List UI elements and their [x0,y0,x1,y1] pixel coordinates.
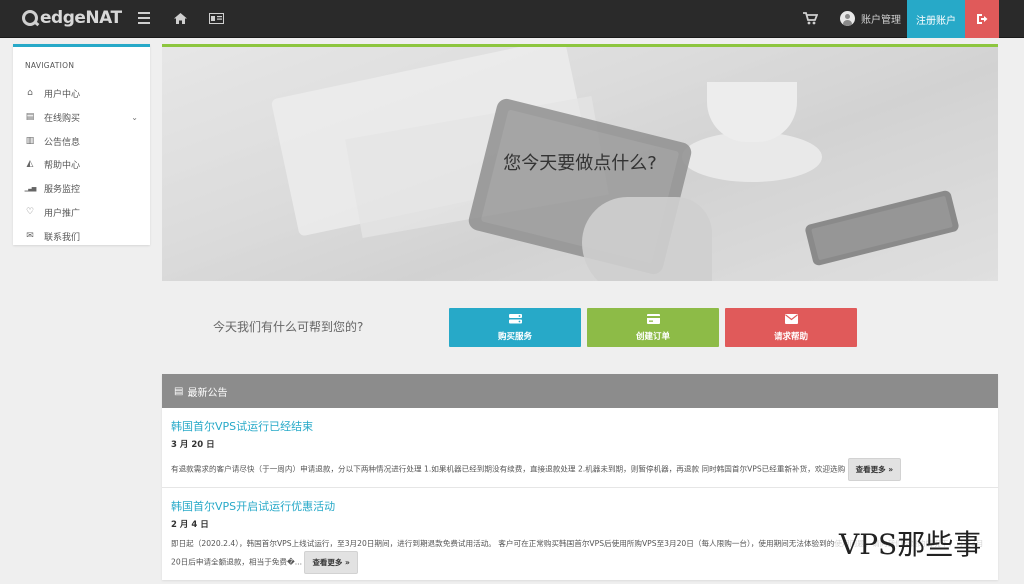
announcement-title-link[interactable]: 韩国首尔VPS试运行已经结束 [171,418,313,434]
newspaper-icon: ▤ [174,385,184,397]
announcements-heading: 最新公告 [187,387,228,399]
envelope-icon [784,313,798,327]
newspaper-icon: ▥ [25,136,35,146]
top-navbar: edgeNAT 账户管理 注册账户 [0,0,1024,38]
help-prompt: 今天我们有什么可帮到您的? [213,320,364,334]
sidebar-navigation: NAVIGATION ⌂ 用户中心 ▤ 在线购买 ⌄ ▥ 公告信息 ◭ 帮助中心… [13,44,150,245]
logout-icon [977,14,988,24]
button-label: 创建订单 [635,331,670,342]
card-icon [646,313,660,327]
read-more-button[interactable]: 查看更多 » [847,458,902,481]
request-help-button[interactable]: 请求帮助 [725,308,857,347]
id-card-icon[interactable] [208,8,224,28]
announcements-header: ▤ 最新公告 [162,374,998,408]
sidebar-title: NAVIGATION [25,61,75,70]
sidebar-item-label: 用户中心 [44,89,81,100]
sidebar-item-help-center[interactable]: ◭ 帮助中心 [13,153,150,175]
divider [162,487,998,488]
chevron-down-icon: ⌄ [131,112,138,122]
hero-banner: 您今天要做点什么? [162,44,998,281]
user-avatar-icon [840,10,855,26]
heart-icon: ♡ [25,207,35,217]
sidebar-item-label: 用户推广 [44,208,81,219]
announcement-date: 3 月 20 日 [171,440,215,450]
announcement-body: 有退款需求的客户请尽快（于一周内）申请退款，分以下两种情况进行处理 1.如果机器… [171,458,991,481]
logout-button[interactable] [965,0,999,38]
watermark: VPS那些事 [835,528,986,562]
home-icon[interactable] [172,8,188,28]
sidebar-item-label: 联系我们 [44,232,81,243]
hero-title: 您今天要做点什么? [503,153,657,174]
server-icon [508,313,522,327]
account-menu[interactable]: 账户管理 [840,9,901,27]
sidebar-item-service-monitor[interactable]: ▁▃▅ 服务监控 [13,177,150,199]
signal-icon: ▁▃▅ [24,184,37,192]
read-more-button[interactable]: 查看更多 » [304,551,358,574]
create-order-button[interactable]: 创建订单 [587,308,719,347]
button-label: 购买服务 [497,331,532,342]
logo-mark-icon [22,10,38,26]
sidebar-item-affiliate[interactable]: ♡ 用户推广 [13,201,150,223]
register-button[interactable]: 注册账户 [907,0,965,38]
sidebar-item-user-center[interactable]: ⌂ 用户中心 [13,82,150,104]
server-icon: ▤ [25,112,35,122]
sidebar-item-label: 帮助中心 [44,160,81,171]
sidebar-item-announcements[interactable]: ▥ 公告信息 [13,130,150,152]
account-label: 账户管理 [861,14,901,26]
buy-service-button[interactable]: 购买服务 [449,308,581,347]
menu-icon[interactable] [137,8,151,28]
sidebar-item-online-purchase[interactable]: ▤ 在线购买 ⌄ [13,106,150,128]
sidebar-item-label: 公告信息 [44,137,81,148]
logo[interactable]: edgeNAT [22,8,122,28]
announcement-title-link[interactable]: 韩国首尔VPS开启试运行优惠活动 [171,498,335,514]
sidebar-item-label: 在线购买 [44,113,81,124]
logo-text: edgeNAT [40,8,122,28]
graduation-cap-icon: ◭ [26,159,34,169]
button-label: 请求帮助 [773,331,808,342]
cart-icon[interactable] [801,8,819,28]
announcement-text: 有退款需求的客户请尽快（于一周内）申请退款，分以下两种情况进行处理 1.如果机器… [171,464,846,474]
envelope-icon: ✉ [26,231,34,241]
announcement-date: 2 月 4 日 [171,520,209,530]
home-icon: ⌂ [27,88,33,98]
sidebar-item-label: 服务监控 [44,184,81,195]
sidebar-item-contact-us[interactable]: ✉ 联系我们 [13,225,150,247]
